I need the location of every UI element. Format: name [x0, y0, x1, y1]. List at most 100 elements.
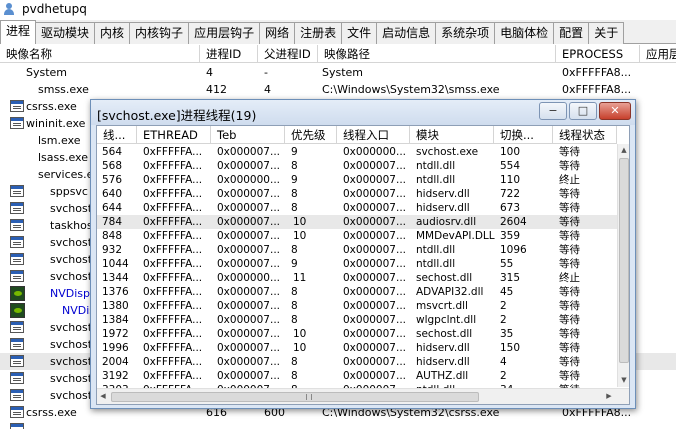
- tab-12[interactable]: 关于: [588, 22, 625, 44]
- thread-column-header[interactable]: 线程入口: [337, 126, 410, 144]
- thread-switches-cell: 673: [500, 202, 521, 214]
- close-button[interactable]: ✕: [599, 102, 631, 120]
- scroll-left-arrow-icon[interactable]: ◀: [97, 390, 109, 403]
- thread-ethread-cell: 0xFFFFFA...: [143, 272, 203, 284]
- thread-row[interactable]: 1380 0xFFFFFA... 0x000007... 8 0x000007... ms…: [97, 299, 617, 313]
- process-eprocess-cell: 0xFFFFFA8...: [562, 83, 632, 96]
- tab-3[interactable]: 内核钩子: [129, 22, 190, 44]
- process-row[interactable]: System 4 - System 0xFFFFFA8...: [0, 64, 676, 81]
- thread-state-cell: 等待: [559, 356, 580, 368]
- thread-row[interactable]: 848 0xFFFFFA... 0x000007... 10 0x000007... MM…: [97, 229, 617, 243]
- thread-column-header[interactable]: 模块: [410, 126, 494, 144]
- tab-4[interactable]: 应用层钩子: [188, 22, 261, 44]
- thread-switches-cell: 1096: [500, 244, 527, 256]
- thread-teb-cell: 0x000007...: [217, 258, 280, 270]
- thread-state-cell: 等待: [559, 202, 580, 214]
- thread-row[interactable]: 1972 0xFFFFFA... 0x000007... 10 0x000007... s…: [97, 327, 617, 341]
- thread-row[interactable]: 1344 0xFFFFFA... 0x000000... 11 0x000007... s…: [97, 271, 617, 285]
- thread-teb-cell: 0x000007...: [217, 230, 280, 242]
- process-column-header[interactable]: 进程ID: [200, 45, 258, 63]
- process-pid-cell: 412: [206, 83, 227, 96]
- process-pid-cell: [206, 421, 258, 429]
- window-app-icon: [10, 355, 24, 367]
- thread-ethread-cell: 0xFFFFFA...: [143, 174, 203, 186]
- thread-entry-cell: 0x000007...: [343, 216, 406, 228]
- thread-module-cell: wlgpclnt.dll: [416, 314, 477, 326]
- tab-0[interactable]: 进程: [0, 20, 37, 44]
- vertical-scrollbar[interactable]: ▲ ▼: [617, 144, 629, 387]
- thread-row[interactable]: 1044 0xFFFFFA... 0x000007... 9 0x000007... nt…: [97, 257, 617, 271]
- tab-9[interactable]: 系统杂项: [435, 22, 496, 44]
- thread-entry-cell: 0x000000...: [343, 146, 406, 158]
- thread-row[interactable]: 932 0xFFFFFA... 0x000007... 8 0x000007... ntd…: [97, 243, 617, 257]
- tab-1[interactable]: 驱动模块: [35, 22, 96, 44]
- process-row[interactable]: smss.exe 412 4 C:\Windows\System32\smss.exe…: [0, 81, 676, 98]
- thread-row[interactable]: 2004 0xFFFFFA... 0x000007... 8 0x000007... hi…: [97, 355, 617, 369]
- thread-teb-cell: 0x000007...: [217, 314, 280, 326]
- window-app-icon: [10, 202, 24, 214]
- thread-row[interactable]: 640 0xFFFFFA... 0x000007... 8 0x000007... hid…: [97, 187, 617, 201]
- process-row[interactable]: [0, 421, 676, 429]
- thread-row[interactable]: 784 0xFFFFFA... 0x000007... 10 0x000007... au…: [97, 215, 617, 229]
- scroll-up-arrow-icon[interactable]: ▲: [618, 144, 629, 157]
- thread-module-cell: hidserv.dll: [416, 356, 470, 368]
- tab-2[interactable]: 内核: [94, 22, 131, 44]
- process-column-header[interactable]: 映像路径: [318, 45, 556, 63]
- tab-11[interactable]: 配置: [553, 22, 590, 44]
- maximize-button[interactable]: □: [569, 102, 597, 120]
- app-title-bar: pvdhetupq: [0, 0, 676, 18]
- thread-entry-cell: 0x000007...: [343, 244, 406, 256]
- thread-prio-cell: 8: [291, 356, 298, 368]
- thread-column-header[interactable]: ETHREAD: [137, 126, 211, 144]
- tab-6[interactable]: 注册表: [294, 22, 343, 44]
- thread-state-cell: 等待: [559, 146, 580, 158]
- tab-7[interactable]: 文件: [341, 22, 378, 44]
- process-column-header[interactable]: EPROCESS: [556, 45, 640, 63]
- thread-state-cell: 等待: [559, 188, 580, 200]
- window-app-icon: [10, 219, 24, 231]
- thread-row[interactable]: 564 0xFFFFFA... 0x000007... 9 0x000000... svc…: [97, 145, 617, 159]
- thread-column-header[interactable]: Teb: [211, 126, 285, 144]
- tab-8[interactable]: 启动信息: [376, 22, 437, 44]
- thread-tid-cell: 640: [102, 188, 123, 200]
- thread-row[interactable]: 1376 0xFFFFFA... 0x000007... 8 0x000007... AD…: [97, 285, 617, 299]
- thread-prio-cell: 8: [291, 202, 298, 214]
- thread-switches-cell: 2604: [500, 216, 527, 228]
- thread-row[interactable]: 576 0xFFFFFA... 0x000000... 9 0x000007... ntd…: [97, 173, 617, 187]
- thread-column-header[interactable]: 线程状态: [553, 126, 617, 144]
- process-column-header[interactable]: 映像名称: [0, 45, 200, 63]
- thread-column-header[interactable]: 优先级: [285, 126, 337, 144]
- thread-row[interactable]: 1384 0xFFFFFA... 0x000007... 8 0x000007... wl…: [97, 313, 617, 327]
- thread-ethread-cell: 0xFFFFFA...: [143, 216, 203, 228]
- thread-dialog-title-bar[interactable]: [svchost.exe]进程线程(19) − □ ✕: [91, 100, 635, 125]
- thread-row[interactable]: 1996 0xFFFFFA... 0x000007... 10 0x000007... h…: [97, 341, 617, 355]
- window-app-icon: [10, 236, 24, 248]
- thread-module-cell: hidserv.dll: [416, 342, 470, 354]
- thread-prio-cell: 8: [291, 300, 298, 312]
- window-app-icon: [10, 338, 24, 350]
- thread-row[interactable]: 568 0xFFFFFA... 0x000007... 8 0x000007... ntd…: [97, 159, 617, 173]
- process-column-header[interactable]: 父进程ID: [258, 45, 318, 63]
- process-pid-cell: 4: [206, 66, 213, 79]
- minimize-button[interactable]: −: [539, 102, 567, 120]
- scroll-right-arrow-icon[interactable]: ▶: [603, 390, 615, 403]
- thread-column-header[interactable]: 切换...: [494, 126, 553, 144]
- tab-5[interactable]: 网络: [259, 22, 296, 44]
- thread-row[interactable]: 644 0xFFFFFA... 0x000007... 8 0x000007... hid…: [97, 201, 617, 215]
- thread-entry-cell: 0x000007...: [343, 328, 406, 340]
- thread-column-header[interactable]: 线...: [97, 126, 137, 144]
- process-ppid-cell: -: [264, 66, 268, 79]
- thread-table[interactable]: 33030xFFFFFA...0x000007...80x000007...nt…: [96, 125, 630, 405]
- process-column-header[interactable]: 应用层: [640, 45, 676, 63]
- thread-tid-cell: 644: [102, 202, 123, 214]
- scroll-down-arrow-icon[interactable]: ▼: [618, 374, 629, 387]
- thread-module-cell: MMDevAPI.DLL: [416, 230, 495, 242]
- thread-row[interactable]: 3192 0xFFFFFA... 0x000007... 8 0x000007... AU…: [97, 369, 617, 383]
- horizontal-scrollbar[interactable]: ◀ ▶: [97, 388, 629, 404]
- process-name-cell: smss.exe: [38, 83, 89, 96]
- thread-teb-cell: 0x000007...: [217, 216, 280, 228]
- horizontal-scroll-thumb[interactable]: [111, 392, 479, 402]
- tab-10[interactable]: 电脑体检: [494, 22, 555, 44]
- vertical-scroll-thumb[interactable]: [619, 158, 629, 363]
- thread-tid-cell: 576: [102, 174, 123, 186]
